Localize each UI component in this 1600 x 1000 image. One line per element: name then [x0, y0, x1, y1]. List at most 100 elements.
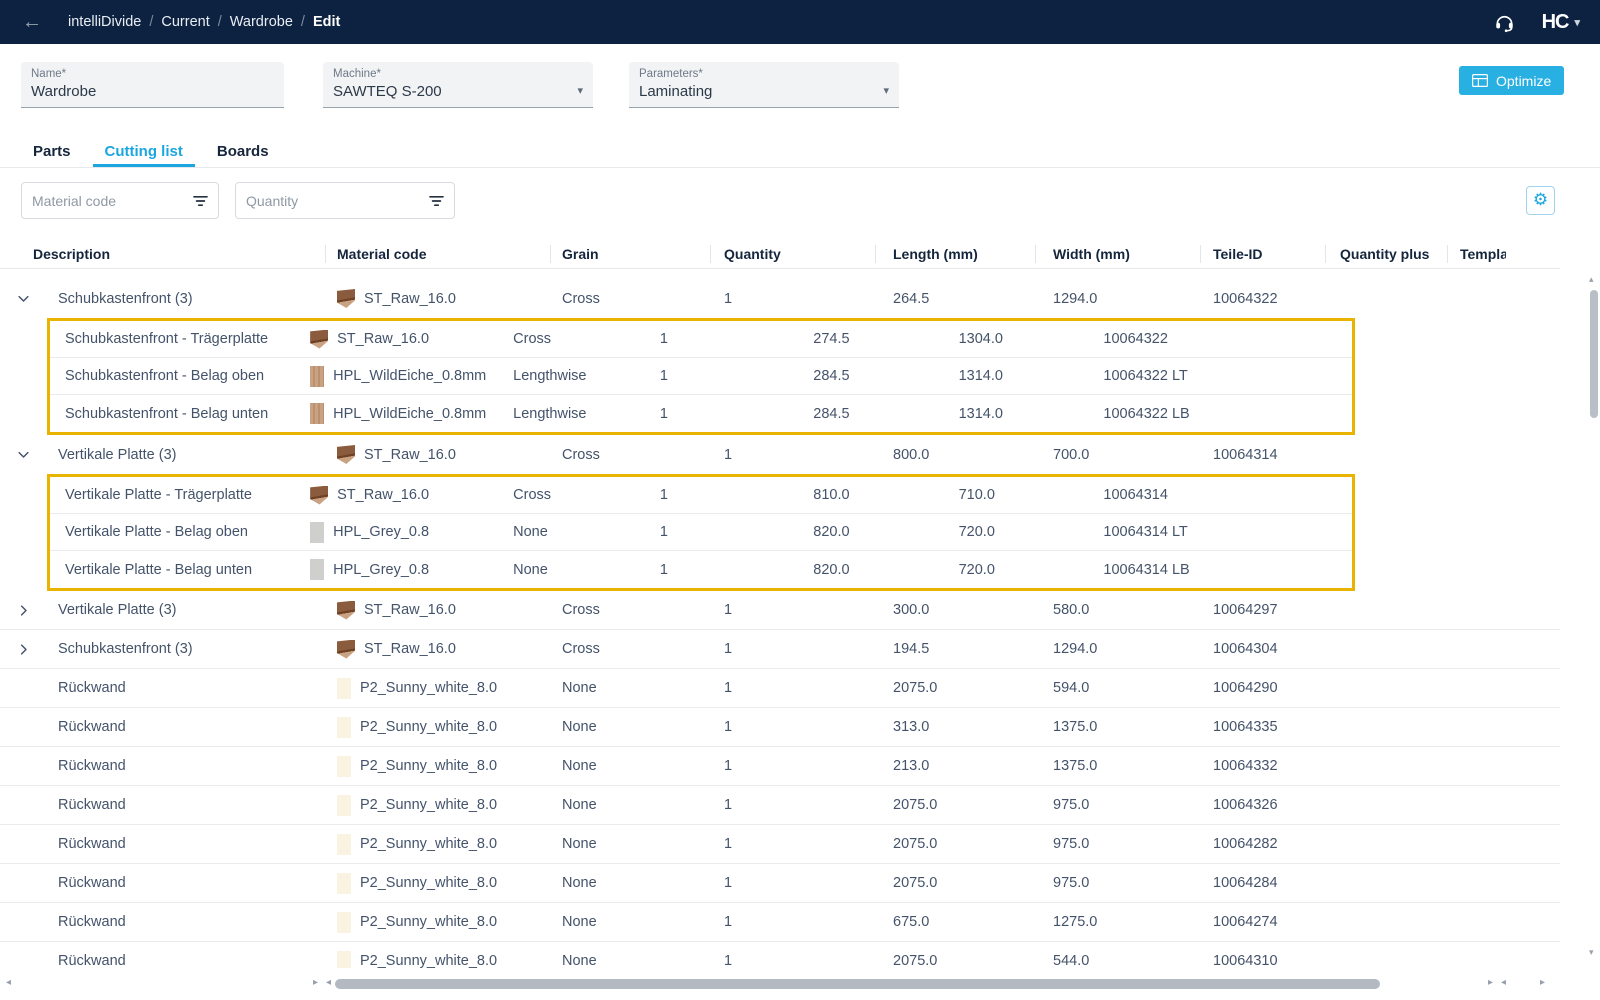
teile-id-cell: 10064274 — [1200, 914, 1325, 930]
scroll-right-icon[interactable]: ▸ — [1540, 977, 1545, 988]
scroll-right-icon[interactable]: ▸ — [1488, 977, 1493, 988]
headset-icon[interactable] — [1493, 11, 1516, 34]
tab-cutting-list[interactable]: Cutting list — [93, 135, 195, 167]
quantity-cell: 1 — [710, 447, 875, 463]
table-row[interactable]: Vertikale Platte - Belag untenHPL_Grey_0… — [50, 551, 1352, 588]
name-input[interactable] — [31, 83, 274, 100]
material-swatch — [337, 445, 355, 464]
column-header-width[interactable]: Width (mm) — [1035, 240, 1200, 268]
material-swatch — [337, 601, 355, 620]
grain-cell: None — [550, 953, 710, 969]
vertical-scrollbar-thumb[interactable] — [1590, 290, 1598, 418]
back-arrow-icon[interactable]: ← — [22, 12, 42, 32]
material-cell: ST_Raw_16.0 — [298, 330, 501, 349]
grain-cell: Cross — [550, 447, 710, 463]
material-code-text: ST_Raw_16.0 — [364, 602, 456, 618]
table-row[interactable]: Schubkastenfront - TrägerplatteST_Raw_16… — [50, 321, 1352, 358]
breadcrumb: intelliDivide / Current / Wardrobe / Edi… — [68, 14, 340, 30]
scroll-right-icon[interactable]: ▸ — [313, 977, 318, 988]
horizontal-scrollbar-thumb[interactable] — [335, 979, 1380, 989]
material-cell: P2_Sunny_white_8.0 — [325, 756, 550, 777]
teile-id-cell: 10064304 — [1200, 641, 1325, 657]
name-field[interactable]: Name* — [21, 62, 284, 108]
table-row[interactable]: RückwandP2_Sunny_white_8.0None1675.01275… — [0, 903, 1560, 942]
quantity-cell: 1 — [646, 331, 795, 347]
material-code-text: HPL_Grey_0.8 — [333, 562, 429, 578]
table-row[interactable]: RückwandP2_Sunny_white_8.0None1313.01375… — [0, 708, 1560, 747]
table-row[interactable]: Schubkastenfront - Belag untenHPL_WildEi… — [50, 395, 1352, 432]
tab-parts[interactable]: Parts — [21, 135, 83, 167]
quantity-cell: 1 — [710, 875, 875, 891]
column-header-description[interactable]: Description — [0, 240, 325, 268]
chevron-down-icon: ▾ — [1574, 16, 1580, 29]
quantity-filter-input[interactable] — [246, 193, 429, 209]
length-cell: 2075.0 — [875, 797, 1035, 813]
teile-id-cell: 10064322 — [1090, 331, 1228, 347]
scroll-left-icon[interactable]: ◂ — [1501, 977, 1506, 988]
table-row[interactable]: Schubkastenfront - Belag obenHPL_WildEic… — [50, 358, 1352, 395]
material-cell: ST_Raw_16.0 — [325, 640, 550, 659]
material-code-text: P2_Sunny_white_8.0 — [360, 719, 497, 735]
table-row[interactable]: Schubkastenfront (3)ST_Raw_16.0Cross1194… — [0, 630, 1560, 669]
quantity-filter[interactable] — [235, 182, 455, 219]
material-cell: P2_Sunny_white_8.0 — [325, 678, 550, 699]
breadcrumb-item-intellidivide[interactable]: intelliDivide — [68, 14, 141, 30]
teile-id-cell: 10064310 — [1200, 953, 1325, 969]
breadcrumb-item-current[interactable]: Current — [161, 14, 209, 30]
length-cell: 2075.0 — [875, 875, 1035, 891]
tab-boards[interactable]: Boards — [205, 135, 281, 167]
column-header-grain[interactable]: Grain — [550, 240, 710, 268]
chevron-right-icon[interactable] — [16, 642, 31, 657]
table-row[interactable]: RückwandP2_Sunny_white_8.0None12075.0975… — [0, 825, 1560, 864]
optimize-button[interactable]: Optimize — [1459, 66, 1564, 95]
app-bar: ← intelliDivide / Current / Wardrobe / E… — [0, 0, 1600, 44]
column-header-teile-id[interactable]: Teile-ID — [1200, 240, 1325, 268]
homag-logo[interactable]: HC ▾ — [1542, 11, 1580, 34]
parameters-select[interactable]: Parameters* Laminating ▾ — [629, 62, 899, 108]
column-header-quantity-plus[interactable]: Quantity plus — [1325, 240, 1447, 268]
column-header-material-code[interactable]: Material code — [325, 240, 550, 268]
chevron-down-icon[interactable] — [16, 447, 31, 462]
table-body: Schubkastenfront (3)ST_Raw_16.0Cross1264… — [0, 270, 1560, 1000]
column-header-template[interactable]: Template — [1447, 240, 1560, 268]
scroll-down-icon[interactable]: ▾ — [1589, 947, 1594, 958]
board-layout-icon — [1472, 74, 1488, 87]
quantity-cell: 1 — [710, 602, 875, 618]
scroll-left-icon[interactable]: ◂ — [326, 977, 331, 988]
chevron-right-icon[interactable] — [16, 603, 31, 618]
vertical-scrollbar[interactable]: ▴ ▾ — [1589, 274, 1599, 958]
chevron-down-icon[interactable] — [16, 291, 31, 306]
teile-id-cell: 10064335 — [1200, 719, 1325, 735]
expander-cell — [0, 603, 47, 618]
table-row[interactable]: RückwandP2_Sunny_white_8.0None12075.0975… — [0, 864, 1560, 903]
table-row[interactable]: RückwandP2_Sunny_white_8.0None1213.01375… — [0, 747, 1560, 786]
table-row[interactable]: Vertikale Platte (3)ST_Raw_16.0Cross1300… — [0, 591, 1560, 630]
column-settings-button[interactable]: ⚙ — [1526, 186, 1555, 215]
scroll-up-icon[interactable]: ▴ — [1589, 274, 1594, 285]
table-row[interactable]: Schubkastenfront (3)ST_Raw_16.0Cross1264… — [0, 279, 1560, 318]
table-row[interactable]: Vertikale Platte - Belag obenHPL_Grey_0.… — [50, 514, 1352, 551]
breadcrumb-item-wardrobe[interactable]: Wardrobe — [230, 14, 293, 30]
table-row[interactable]: RückwandP2_Sunny_white_8.0None12075.0975… — [0, 786, 1560, 825]
material-code-filter-input[interactable] — [32, 193, 193, 209]
material-cell: ST_Raw_16.0 — [298, 486, 501, 505]
table-row[interactable]: Vertikale Platte (3)ST_Raw_16.0Cross1800… — [0, 435, 1560, 474]
quantity-cell: 1 — [710, 914, 875, 930]
filter-icon[interactable] — [429, 195, 444, 207]
column-header-quantity[interactable]: Quantity — [710, 240, 875, 268]
table-row[interactable]: Vertikale Platte - TrägerplatteST_Raw_16… — [50, 477, 1352, 514]
length-cell: 264.5 — [875, 291, 1035, 307]
parameters-select-label: Parameters* — [639, 68, 889, 80]
table-row[interactable]: RückwandP2_Sunny_white_8.0None12075.0594… — [0, 669, 1560, 708]
teile-id-cell: 10064314 — [1090, 487, 1228, 503]
scroll-left-icon[interactable]: ◂ — [6, 977, 11, 988]
expander-cell — [0, 291, 47, 306]
material-code-filter[interactable] — [21, 182, 219, 219]
horizontal-scrollbar[interactable]: ◂ ▸ ◂ ▸ ◂ ▸ — [0, 968, 1600, 1000]
column-header-length[interactable]: Length (mm) — [875, 240, 1035, 268]
description-cell: Rückwand — [47, 719, 325, 735]
filter-icon[interactable] — [193, 195, 208, 207]
description-cell: Schubkastenfront - Belag unten — [50, 406, 298, 422]
description-cell: Rückwand — [47, 758, 325, 774]
machine-select[interactable]: Machine* SAWTEQ S-200 ▾ — [323, 62, 593, 108]
